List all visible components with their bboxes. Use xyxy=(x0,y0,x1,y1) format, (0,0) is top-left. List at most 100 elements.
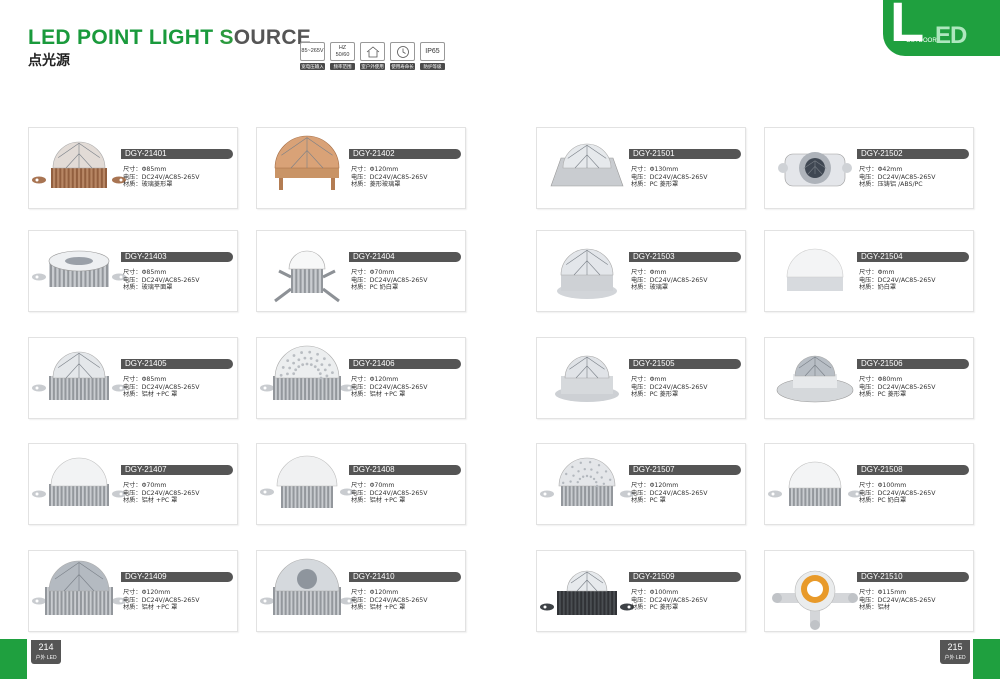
product-specs: 尺寸：Φmm 电压：DC24V/AC85-265V 材质：玻璃罩 xyxy=(631,269,707,292)
spec-value: PC 菱形罩 xyxy=(649,181,679,189)
spec-line-material: 材质：铝材 +PC 罩 xyxy=(351,497,427,505)
corner-ed: ED xyxy=(935,22,967,49)
spec-label: 尺寸： xyxy=(631,269,650,276)
product-card: DGY-21406 尺寸：Φ120mm 电压：DC24V/AC85-265V 材质：铝… xyxy=(256,337,466,419)
spec-line-material: 材质：铝材 +PC 罩 xyxy=(123,497,199,505)
spec-value: DC24V/AC85-265V xyxy=(649,173,708,181)
product-model: DGY-21404 xyxy=(349,252,461,262)
product-model: DGY-21410 xyxy=(349,572,461,582)
spec-value: DC24V/AC85-265V xyxy=(877,596,936,604)
spec-value: DC24V/AC85-265V xyxy=(877,173,936,181)
product-lamp-image xyxy=(29,551,129,636)
spec-label: 尺寸： xyxy=(123,482,142,489)
spec-value: DC24V/AC85-265V xyxy=(369,276,428,284)
spec-line: 50/60 xyxy=(335,51,350,58)
spec-label: 电压： xyxy=(631,173,650,181)
product-card: DGY-21409 尺寸：Φ120mm 电压：DC24V/AC85-265V 材质：铝… xyxy=(28,550,238,632)
spec-label: 尺寸： xyxy=(859,269,878,276)
product-specs: 尺寸：Φ85mm 电压：DC24V/AC85-265V 材质：玻璃平面罩 xyxy=(123,269,199,292)
product-model: DGY-21409 xyxy=(121,572,233,582)
spec-label: 电压： xyxy=(123,596,142,604)
spec-value: DC24V/AC85-265V xyxy=(649,383,708,391)
product-lamp-image xyxy=(765,128,865,213)
product-specs: 尺寸：Φ70mm 电压：DC24V/AC85-265V 材质：PC 奶白罩 xyxy=(351,269,427,292)
spec-label: 尺寸： xyxy=(351,482,370,489)
spec-line-size: 尺寸：Φ70mm xyxy=(351,269,427,277)
frequency-icon: HZ 50/60 频率范围 xyxy=(330,42,355,70)
product-card: DGY-21403 尺寸：Φ85mm 电压：DC24V/AC85-265V 材质：玻璃… xyxy=(28,230,238,312)
spec-line-material: 材质：PC 菱形罩 xyxy=(859,391,935,399)
spec-value: Φmm xyxy=(649,376,667,383)
product-lamp-image xyxy=(765,551,865,636)
spec-label: 材质： xyxy=(351,181,370,189)
product-specs: 尺寸：Φmm 电压：DC24V/AC85-265V 材质：奶白罩 xyxy=(859,269,935,292)
product-specs: 尺寸：Φ100mm 电压：DC24V/AC85-265V 材质：PC 菱形罩 xyxy=(631,589,707,612)
spec-label: 尺寸： xyxy=(351,166,370,173)
spec-line-size: 尺寸：Φ85mm xyxy=(123,166,199,174)
spec-label: 材质： xyxy=(859,497,878,505)
product-card: DGY-21505 尺寸：Φmm 电压：DC24V/AC85-265V 材质：PC 菱… xyxy=(536,337,746,419)
product-model: DGY-21505 xyxy=(629,359,741,369)
page-caption: 户外 LED xyxy=(35,655,57,661)
spec-label: 材质： xyxy=(631,391,650,399)
spec-caption: 室户外使用 xyxy=(360,63,385,70)
spec-caption: 使用寿命长 xyxy=(390,63,415,70)
product-specs: 尺寸：Φ85mm 电压：DC24V/AC85-265V 材质：玻璃菱形罩 xyxy=(123,166,199,189)
spec-line-material: 材质：PC 菱形罩 xyxy=(631,604,707,612)
product-lamp-image xyxy=(537,128,637,213)
spec-line-material: 材质：PC 菱形罩 xyxy=(631,181,707,189)
product-specs: 尺寸：Φ120mm 电压：DC24V/AC85-265V 材质：铝材 +PC 罩 xyxy=(351,376,427,399)
page-title: LED POINT LIGHT SOURCE xyxy=(28,26,311,50)
spec-line-material: 材质：铝材 +PC 罩 xyxy=(123,604,199,612)
product-card: DGY-21503 尺寸：Φmm 电压：DC24V/AC85-265V 材质：玻璃罩 xyxy=(536,230,746,312)
spec-label: 材质： xyxy=(351,391,370,399)
spec-label: 尺寸： xyxy=(631,589,650,596)
spec-value: DC24V/AC85-265V xyxy=(877,489,936,497)
product-card: DGY-21402 尺寸：Φ120mm 电压：DC24V/AC85-265V 材质：菱… xyxy=(256,127,466,209)
product-specs: 尺寸：Φ120mm 电压：DC24V/AC85-265V 材质：铝材 +PC 罩 xyxy=(123,589,199,612)
spec-line-material: 材质：PC 罩 xyxy=(631,497,707,505)
spec-line-material: 材质：PC 菱形罩 xyxy=(631,391,707,399)
spec-label: 尺寸： xyxy=(859,166,878,173)
corner-outdoor-tag: OUTDOOR xyxy=(906,38,937,44)
spec-value: 铝材 +PC 罩 xyxy=(369,604,406,612)
product-card: DGY-21405 尺寸：Φ85mm 电压：DC24V/AC85-265V 材质：铝材… xyxy=(28,337,238,419)
spec-label: 尺寸： xyxy=(123,589,142,596)
spec-value: Φ85mm xyxy=(141,376,167,383)
page-caption: 户外 LED xyxy=(944,655,966,661)
spec-label: 材质： xyxy=(859,284,878,292)
product-lamp-image xyxy=(29,338,129,423)
spec-value: PC 菱形罩 xyxy=(649,391,679,399)
spec-value: Φ120mm xyxy=(369,589,399,596)
spec-value: DC24V/AC85-265V xyxy=(141,383,200,391)
spec-label: 电压： xyxy=(123,383,142,391)
spec-label: 尺寸： xyxy=(351,376,370,383)
spec-value: Φ85mm xyxy=(141,269,167,276)
spec-label: 材质： xyxy=(351,604,370,612)
product-specs: 尺寸：Φ115mm 电压：DC24V/AC85-265V 材质：铝材 xyxy=(859,589,935,612)
title-part: S xyxy=(219,26,234,49)
spec-label: 电压： xyxy=(351,276,370,284)
spec-line-size: 尺寸：Φmm xyxy=(631,376,707,384)
product-model: DGY-21508 xyxy=(857,465,969,475)
product-card: DGY-21509 尺寸：Φ100mm 电压：DC24V/AC85-265V 材质：P… xyxy=(536,550,746,632)
spec-label: 电压： xyxy=(123,173,142,181)
product-card: DGY-21506 尺寸：Φ80mm 电压：DC24V/AC85-265V 材质：PC… xyxy=(764,337,974,419)
spec-label: 尺寸： xyxy=(123,166,142,173)
page-number-right: 215 户外 LED xyxy=(940,640,970,664)
spec-label: 材质： xyxy=(859,181,878,189)
product-model: DGY-21502 xyxy=(857,149,969,159)
spec-label: 电压： xyxy=(859,276,878,284)
spec-value: PC 菱形罩 xyxy=(649,604,679,612)
spec-label: 材质： xyxy=(123,284,142,292)
product-card: DGY-21501 尺寸：Φ130mm 电压：DC24V/AC85-265V 材质：P… xyxy=(536,127,746,209)
spec-value: Φ100mm xyxy=(877,482,907,489)
spec-value: DC24V/AC85-265V xyxy=(141,489,200,497)
spec-line-size: 尺寸：Φ115mm xyxy=(859,589,935,597)
product-card: DGY-21504 尺寸：Φmm 电压：DC24V/AC85-265V 材质：奶白罩 xyxy=(764,230,974,312)
spec-line-size: 尺寸：Φ120mm xyxy=(631,482,707,490)
spec-value: Φ42mm xyxy=(877,166,903,173)
product-lamp-image xyxy=(257,338,357,423)
footer-left-bar xyxy=(0,639,27,679)
spec-line-material: 材质：铝材 +PC 罩 xyxy=(351,604,427,612)
